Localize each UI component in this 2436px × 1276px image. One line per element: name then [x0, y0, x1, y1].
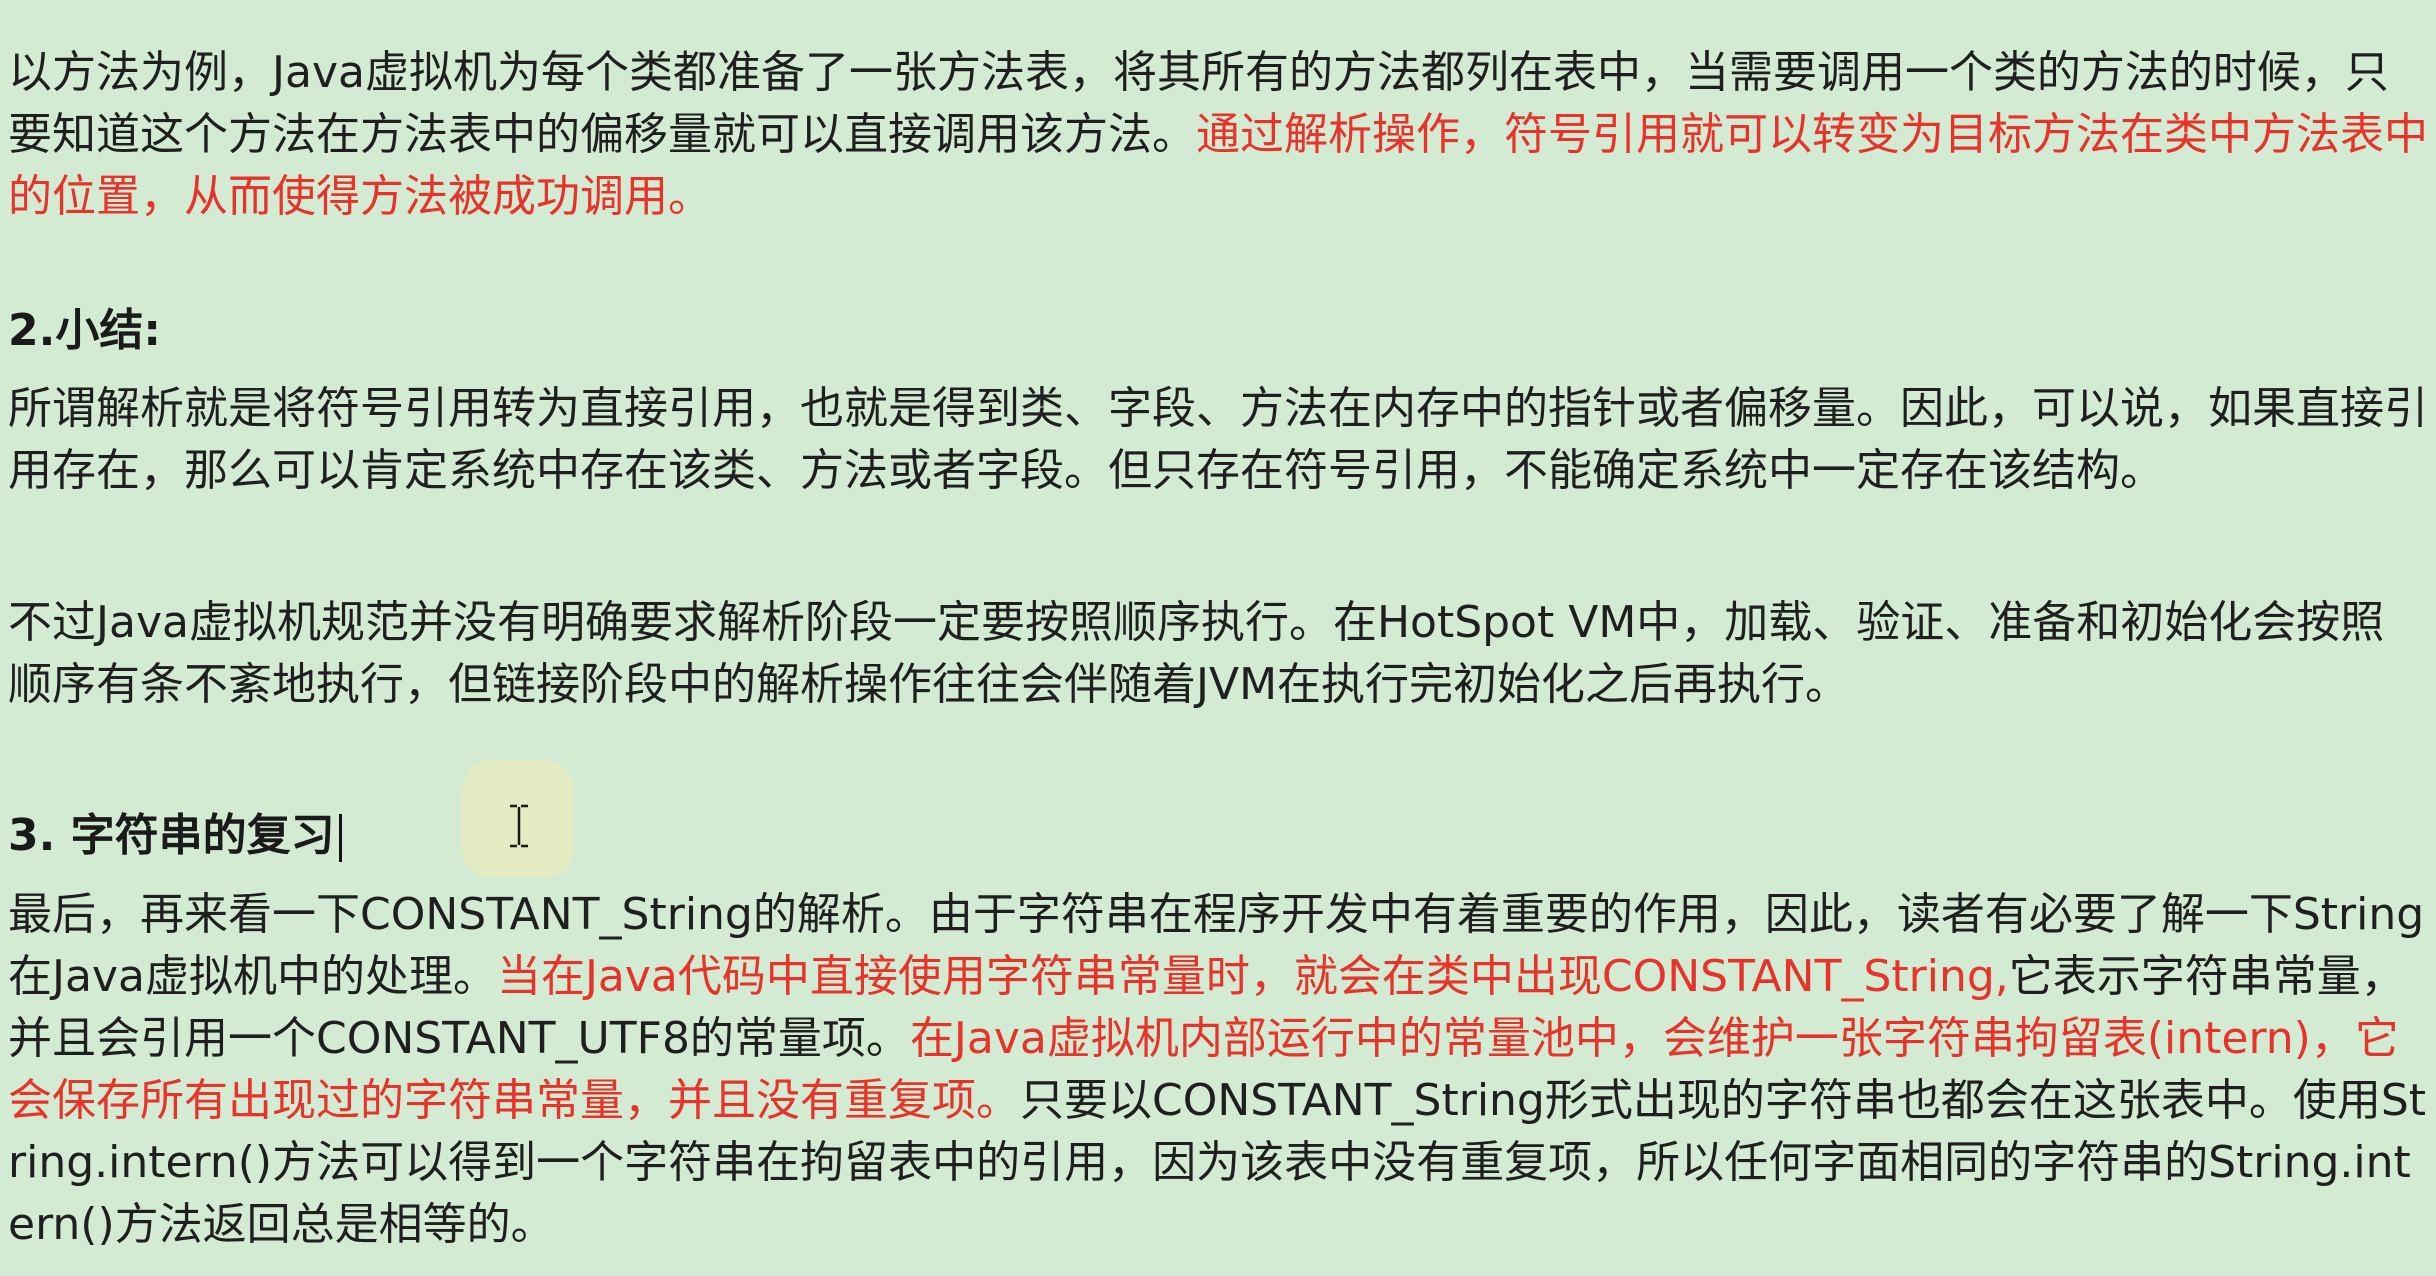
section-heading-string-review-text: 3. 字符串的复习	[8, 810, 335, 861]
paragraph-hotspot: 不过Java虚拟机规范并没有明确要求解析阶段一定要按照顺序执行。在HotSpot…	[8, 597, 2385, 710]
text-cursor-ibeam-icon	[510, 804, 528, 848]
paragraph-summary: 所谓解析就是将符号引用转为直接引用，也就是得到类、字段、方法在内存中的指针或者偏…	[8, 383, 2428, 496]
document-body: 以方法为例，Java虚拟机为每个类都准备了一张方法表，将其所有的方法都列在表中，…	[8, 0, 2428, 1276]
text-caret	[338, 814, 342, 862]
paragraph-constant-string-highlight-1: 当在Java代码中直接使用字符串常量时，就会在类中出现CONSTANT_Stri…	[496, 951, 2009, 1002]
section-heading-summary: 2.小结:	[8, 305, 161, 356]
section-heading-string-review[interactable]: 3. 字符串的复习	[8, 805, 342, 867]
paragraph-method-table: 以方法为例，Java虚拟机为每个类都准备了一张方法表，将其所有的方法都列在表中，…	[8, 42, 2428, 228]
paragraph-constant-string: 最后，再来看一下CONSTANT_String的解析。由于字符串在程序开发中有着…	[8, 884, 2428, 1256]
